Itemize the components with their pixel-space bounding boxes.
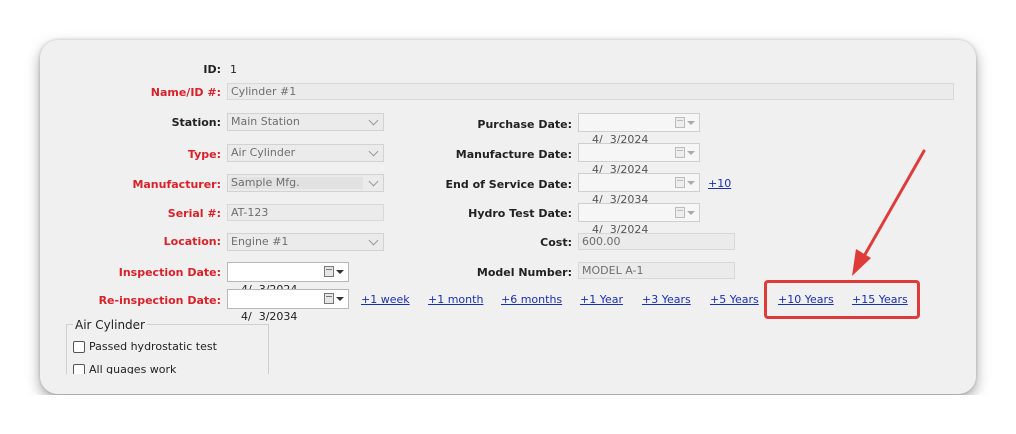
hydrostatic-checkbox-label: Passed hydrostatic test [89, 340, 217, 353]
fieldset-legend: Air Cylinder [73, 318, 147, 332]
page-bottom [0, 395, 1016, 434]
hydrostatic-checkbox[interactable] [73, 341, 85, 353]
card-bottom-edge [40, 374, 976, 394]
